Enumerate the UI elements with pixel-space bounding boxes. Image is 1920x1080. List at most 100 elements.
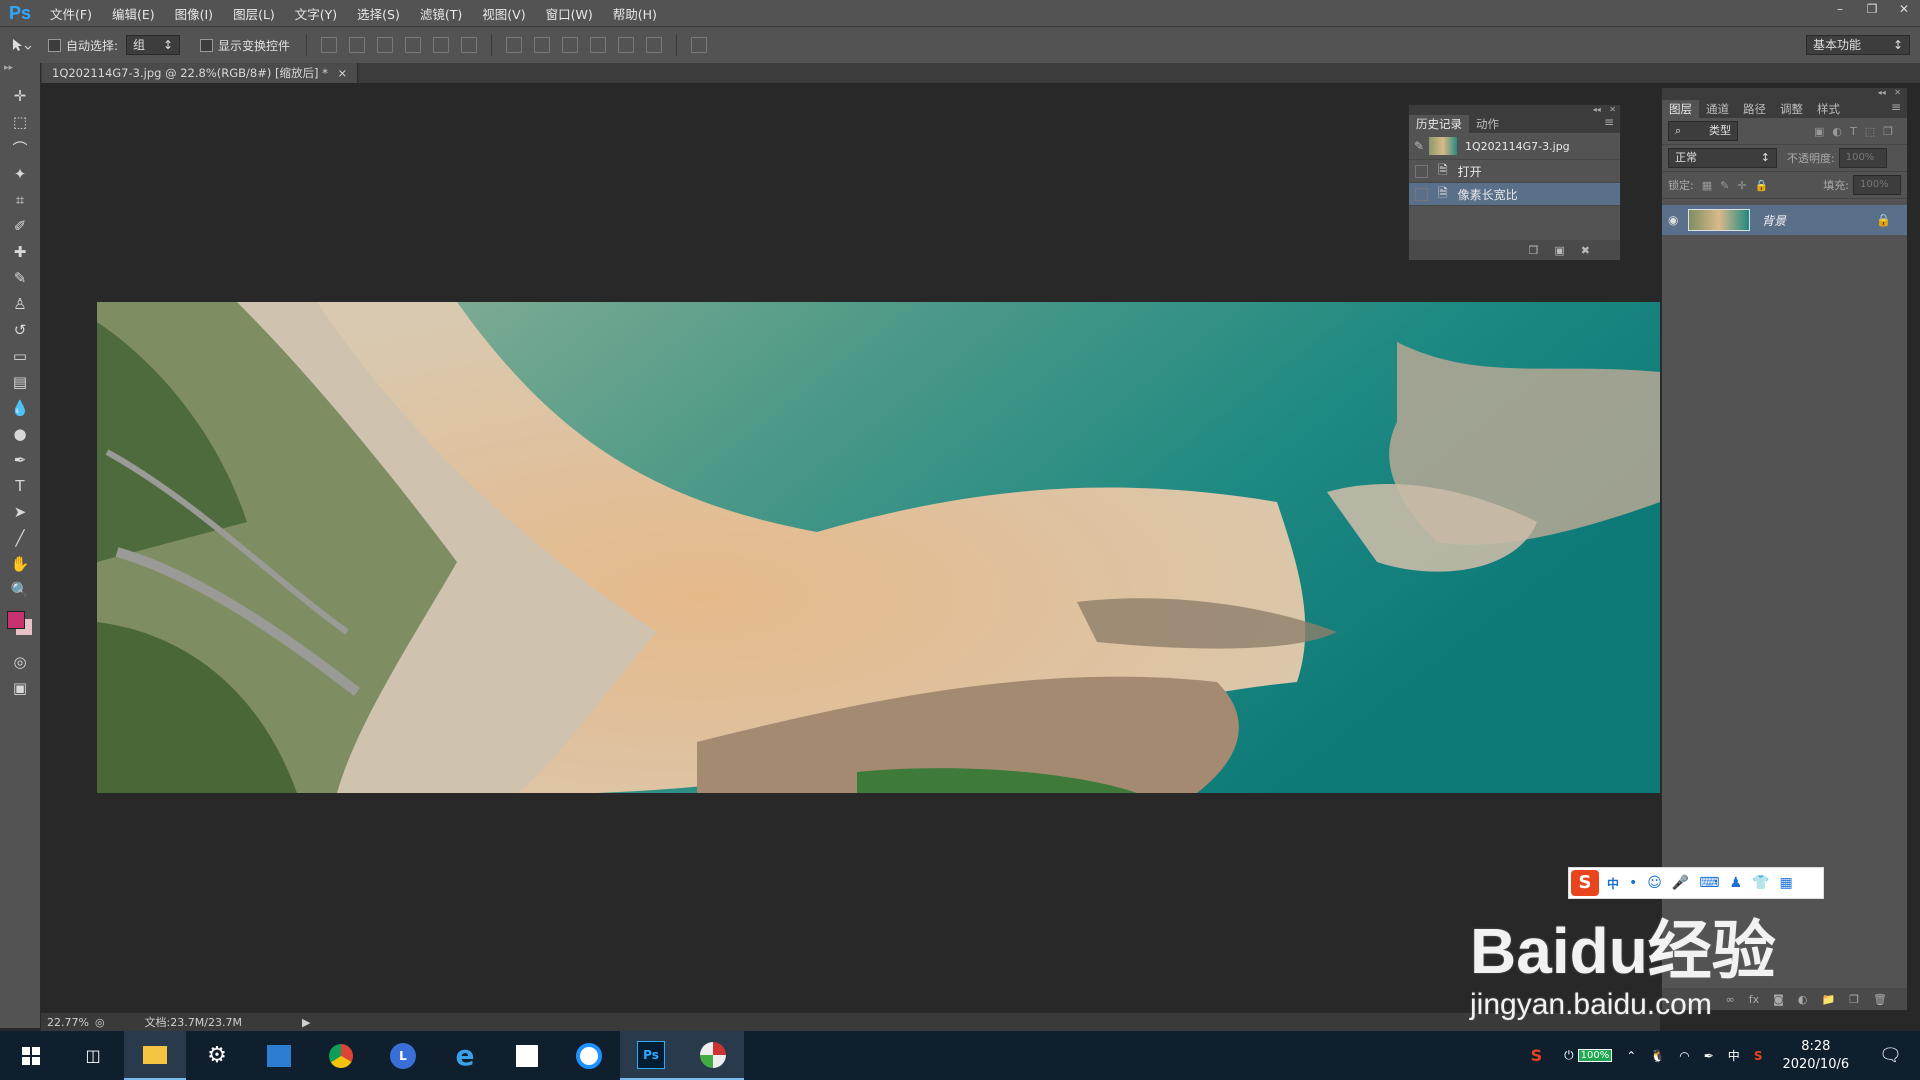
fill-field[interactable]: 100% — [1853, 175, 1901, 195]
export-icon[interactable]: ◎ — [95, 1016, 105, 1029]
app-ball-button[interactable] — [682, 1031, 744, 1080]
ime-language[interactable]: 中 — [1607, 875, 1619, 892]
panel-menu-icon[interactable]: ≡ — [1604, 115, 1620, 133]
distribute-vcenter-icon[interactable] — [534, 37, 551, 53]
menu-edit[interactable]: 编辑(E) — [102, 4, 165, 23]
move-tool-preset-icon[interactable] — [0, 37, 40, 53]
ie-button[interactable]: e — [434, 1031, 496, 1080]
clock[interactable]: 8:28 2020/10/6 — [1782, 1038, 1849, 1074]
close-tab-icon[interactable]: × — [338, 66, 348, 80]
dodge-tool-icon[interactable]: ● — [0, 421, 40, 447]
align-right-icon[interactable] — [461, 37, 478, 53]
foreground-color-swatch[interactable] — [7, 611, 25, 629]
sogou-logo-icon[interactable]: S — [1571, 870, 1599, 896]
crop-tool-icon[interactable]: ⌗ — [0, 187, 40, 213]
delete-state-icon[interactable]: ✖ — [1581, 244, 1590, 257]
history-source-checkbox[interactable] — [1415, 187, 1428, 201]
screen-mode-icon[interactable]: ▣ — [0, 675, 40, 701]
marquee-tool-icon[interactable]: ⬚ — [0, 109, 40, 135]
history-snapshot-row[interactable]: ✎ 1Q202114G7-3.jpg — [1409, 133, 1620, 160]
distribute-top-icon[interactable] — [506, 37, 523, 53]
qq-browser-button[interactable] — [558, 1031, 620, 1080]
panel-menu-icon[interactable]: ≡ — [1891, 100, 1907, 118]
healing-brush-tool-icon[interactable]: ✚ — [0, 239, 40, 265]
app-l-button[interactable]: L — [372, 1031, 434, 1080]
photos-button[interactable] — [248, 1031, 310, 1080]
distribute-left-icon[interactable] — [590, 37, 607, 53]
blend-mode-dropdown[interactable]: 正常 ↕ — [1668, 148, 1777, 168]
file-explorer-button[interactable] — [124, 1031, 186, 1080]
collapse-panel-icon[interactable]: ◂◂ — [1593, 105, 1601, 114]
move-tool-icon[interactable]: ✛ — [0, 83, 40, 109]
align-vcenter-icon[interactable] — [349, 37, 366, 53]
menu-layer[interactable]: 图层(L) — [223, 4, 285, 23]
panel-collapse-icon[interactable]: ▸▸ — [0, 63, 40, 83]
menu-type[interactable]: 文字(Y) — [285, 4, 347, 23]
new-document-from-state-icon[interactable]: ❐ — [1529, 244, 1539, 257]
task-view-button[interactable]: ◫ — [62, 1031, 124, 1080]
tab-styles[interactable]: 样式 — [1810, 100, 1847, 118]
lock-icons[interactable]: ▦✎✛🔒 — [1702, 179, 1777, 192]
history-item-selected[interactable]: 🗎 像素长宽比 — [1409, 183, 1620, 206]
menu-filter[interactable]: 滤镜(T) — [410, 4, 472, 23]
gradient-tool-icon[interactable]: ▤ — [0, 369, 40, 395]
tab-adjustments[interactable]: 调整 — [1773, 100, 1810, 118]
chrome-button[interactable] — [310, 1031, 372, 1080]
settings-button[interactable]: ⚙ — [186, 1031, 248, 1080]
tab-actions[interactable]: 动作 — [1469, 115, 1506, 133]
quick-mask-icon[interactable]: ◎ — [0, 649, 40, 675]
distribute-bottom-icon[interactable] — [562, 37, 579, 53]
auto-align-icon[interactable] — [691, 37, 708, 53]
distribute-hcenter-icon[interactable] — [618, 37, 635, 53]
tab-channels[interactable]: 通道 — [1699, 100, 1736, 118]
auto-select-dropdown[interactable]: 组 ↕ — [126, 35, 181, 55]
tab-history[interactable]: 历史记录 — [1409, 115, 1469, 133]
type-tool-icon[interactable]: T — [0, 473, 40, 499]
history-source-checkbox[interactable] — [1415, 164, 1428, 178]
align-bottom-icon[interactable] — [377, 37, 394, 53]
align-left-icon[interactable] — [405, 37, 422, 53]
pen-tool-icon[interactable]: ✒ — [0, 447, 40, 473]
hand-tool-icon[interactable]: ✋ — [0, 551, 40, 577]
line-tool-icon[interactable]: ╱ — [0, 525, 40, 551]
history-brush-tool-icon[interactable]: ↺ — [0, 317, 40, 343]
photoshop-taskbar-button[interactable]: Ps — [620, 1031, 682, 1080]
battery-indicator[interactable]: 100% — [1577, 1049, 1613, 1062]
history-item[interactable]: 🗎 打开 — [1409, 160, 1620, 183]
sogou-ime-icon[interactable]: S — [1754, 1049, 1763, 1063]
menu-select[interactable]: 选择(S) — [347, 4, 410, 23]
show-transform-checkbox[interactable] — [200, 38, 214, 52]
layer-kind-filter[interactable]: ⌕ 类型 — [1668, 121, 1738, 141]
eye-icon[interactable]: ◉ — [1668, 213, 1688, 227]
start-button[interactable] — [0, 1031, 62, 1080]
lasso-tool-icon[interactable]: ⌒ — [0, 135, 40, 161]
store-button[interactable] — [496, 1031, 558, 1080]
qq-tray-icon[interactable]: 🐧 — [1650, 1049, 1665, 1063]
ime-tool-icons[interactable]: •☺🎤⌨♟👕▦ — [1629, 875, 1803, 891]
layer-filter-icons[interactable]: ▣◐T⬚❐ — [1814, 125, 1901, 138]
path-select-tool-icon[interactable]: ➤ — [0, 499, 40, 525]
status-menu-arrow-icon[interactable]: ▶ — [302, 1016, 310, 1029]
new-snapshot-icon[interactable]: ▣ — [1554, 244, 1564, 257]
tab-layers[interactable]: 图层 — [1662, 100, 1699, 118]
pen-icon[interactable]: ✒ — [1704, 1049, 1714, 1063]
document-image[interactable] — [97, 302, 1660, 793]
brush-tool-icon[interactable]: ✎ — [0, 265, 40, 291]
opacity-field[interactable]: 100% — [1838, 148, 1887, 168]
sogou-tray-icon[interactable]: S — [1531, 1046, 1543, 1065]
restore-button[interactable]: ❐ — [1856, 0, 1888, 18]
notification-icon[interactable]: 🗨 — [1879, 1045, 1902, 1066]
eyedropper-tool-icon[interactable]: ✐ — [0, 213, 40, 239]
distribute-right-icon[interactable] — [646, 37, 663, 53]
zoom-tool-icon[interactable]: 🔍 — [0, 577, 40, 603]
wifi-icon[interactable]: ◠ — [1679, 1049, 1689, 1063]
chevron-up-icon[interactable]: ⌃ — [1626, 1049, 1636, 1063]
clone-stamp-tool-icon[interactable]: ♙ — [0, 291, 40, 317]
blur-tool-icon[interactable]: 💧 — [0, 395, 40, 421]
ime-language-indicator[interactable]: 中 — [1728, 1047, 1740, 1064]
menu-file[interactable]: 文件(F) — [40, 4, 102, 23]
layer-row-background[interactable]: ◉ 背景 🔒 — [1662, 205, 1907, 235]
close-button[interactable]: ✕ — [1888, 0, 1920, 18]
tab-paths[interactable]: 路径 — [1736, 100, 1773, 118]
document-tab[interactable]: 1Q202114G7-3.jpg @ 22.8%(RGB/8#) [缩放后] *… — [42, 63, 359, 83]
